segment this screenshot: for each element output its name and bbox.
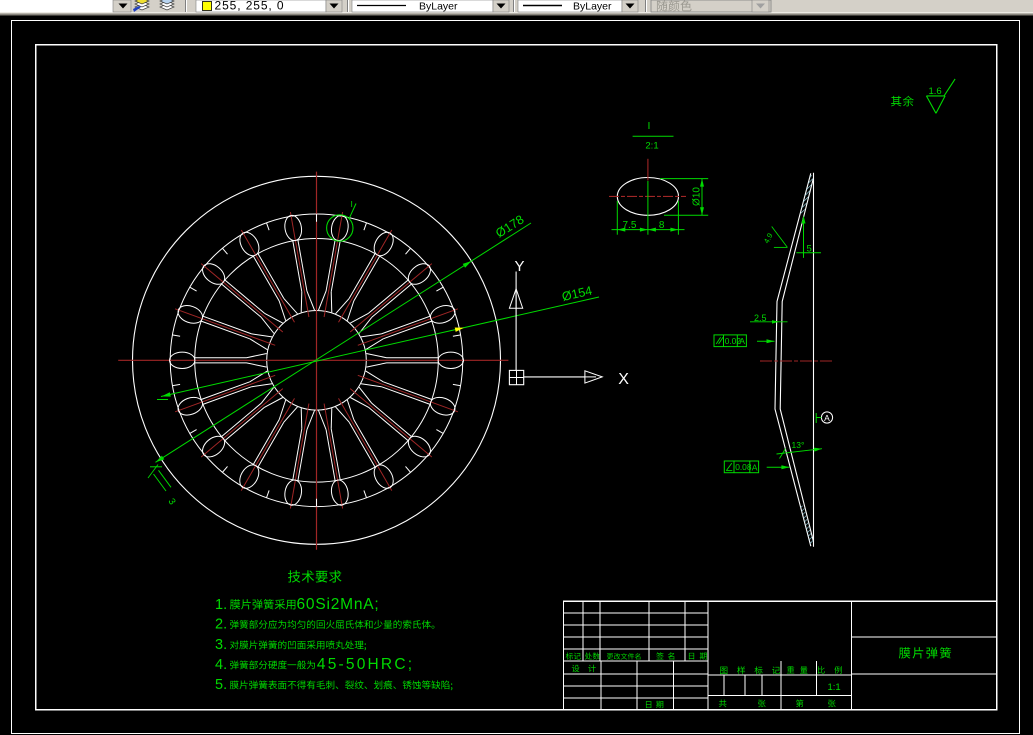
svg-text:Ø10: Ø10 — [692, 187, 703, 206]
svg-text:2.: 2. — [215, 617, 227, 633]
svg-text:I: I — [648, 120, 651, 132]
svg-text:255, 255, 0: 255, 255, 0 — [215, 0, 285, 13]
svg-text:7.5: 7.5 — [623, 220, 637, 231]
svg-text:1.6: 1.6 — [929, 86, 942, 97]
svg-text:8: 8 — [659, 220, 665, 231]
svg-text:ByLayer: ByLayer — [419, 1, 458, 13]
svg-text:5: 5 — [807, 244, 812, 255]
svg-text:5.: 5. — [215, 677, 227, 693]
svg-text:1:1: 1:1 — [828, 682, 841, 693]
svg-text:2.5: 2.5 — [754, 313, 767, 323]
svg-text:0.08: 0.08 — [735, 462, 752, 472]
svg-text:ByLayer: ByLayer — [573, 1, 612, 13]
svg-text:A: A — [752, 462, 758, 472]
svg-text:4.: 4. — [215, 657, 227, 673]
svg-text:A: A — [739, 336, 745, 346]
svg-text:3.: 3. — [215, 637, 227, 653]
svg-text:2:1: 2:1 — [645, 141, 658, 152]
svg-text:60Si2MnA;: 60Si2MnA; — [297, 596, 380, 613]
svg-text:45-50HRC;: 45-50HRC; — [317, 656, 414, 673]
svg-text:A: A — [824, 413, 830, 423]
svg-text:13°: 13° — [792, 440, 805, 450]
svg-text:Y: Y — [514, 258, 524, 275]
svg-text:X: X — [618, 371, 629, 388]
svg-text:I: I — [351, 199, 353, 209]
svg-text:1.: 1. — [215, 597, 227, 613]
